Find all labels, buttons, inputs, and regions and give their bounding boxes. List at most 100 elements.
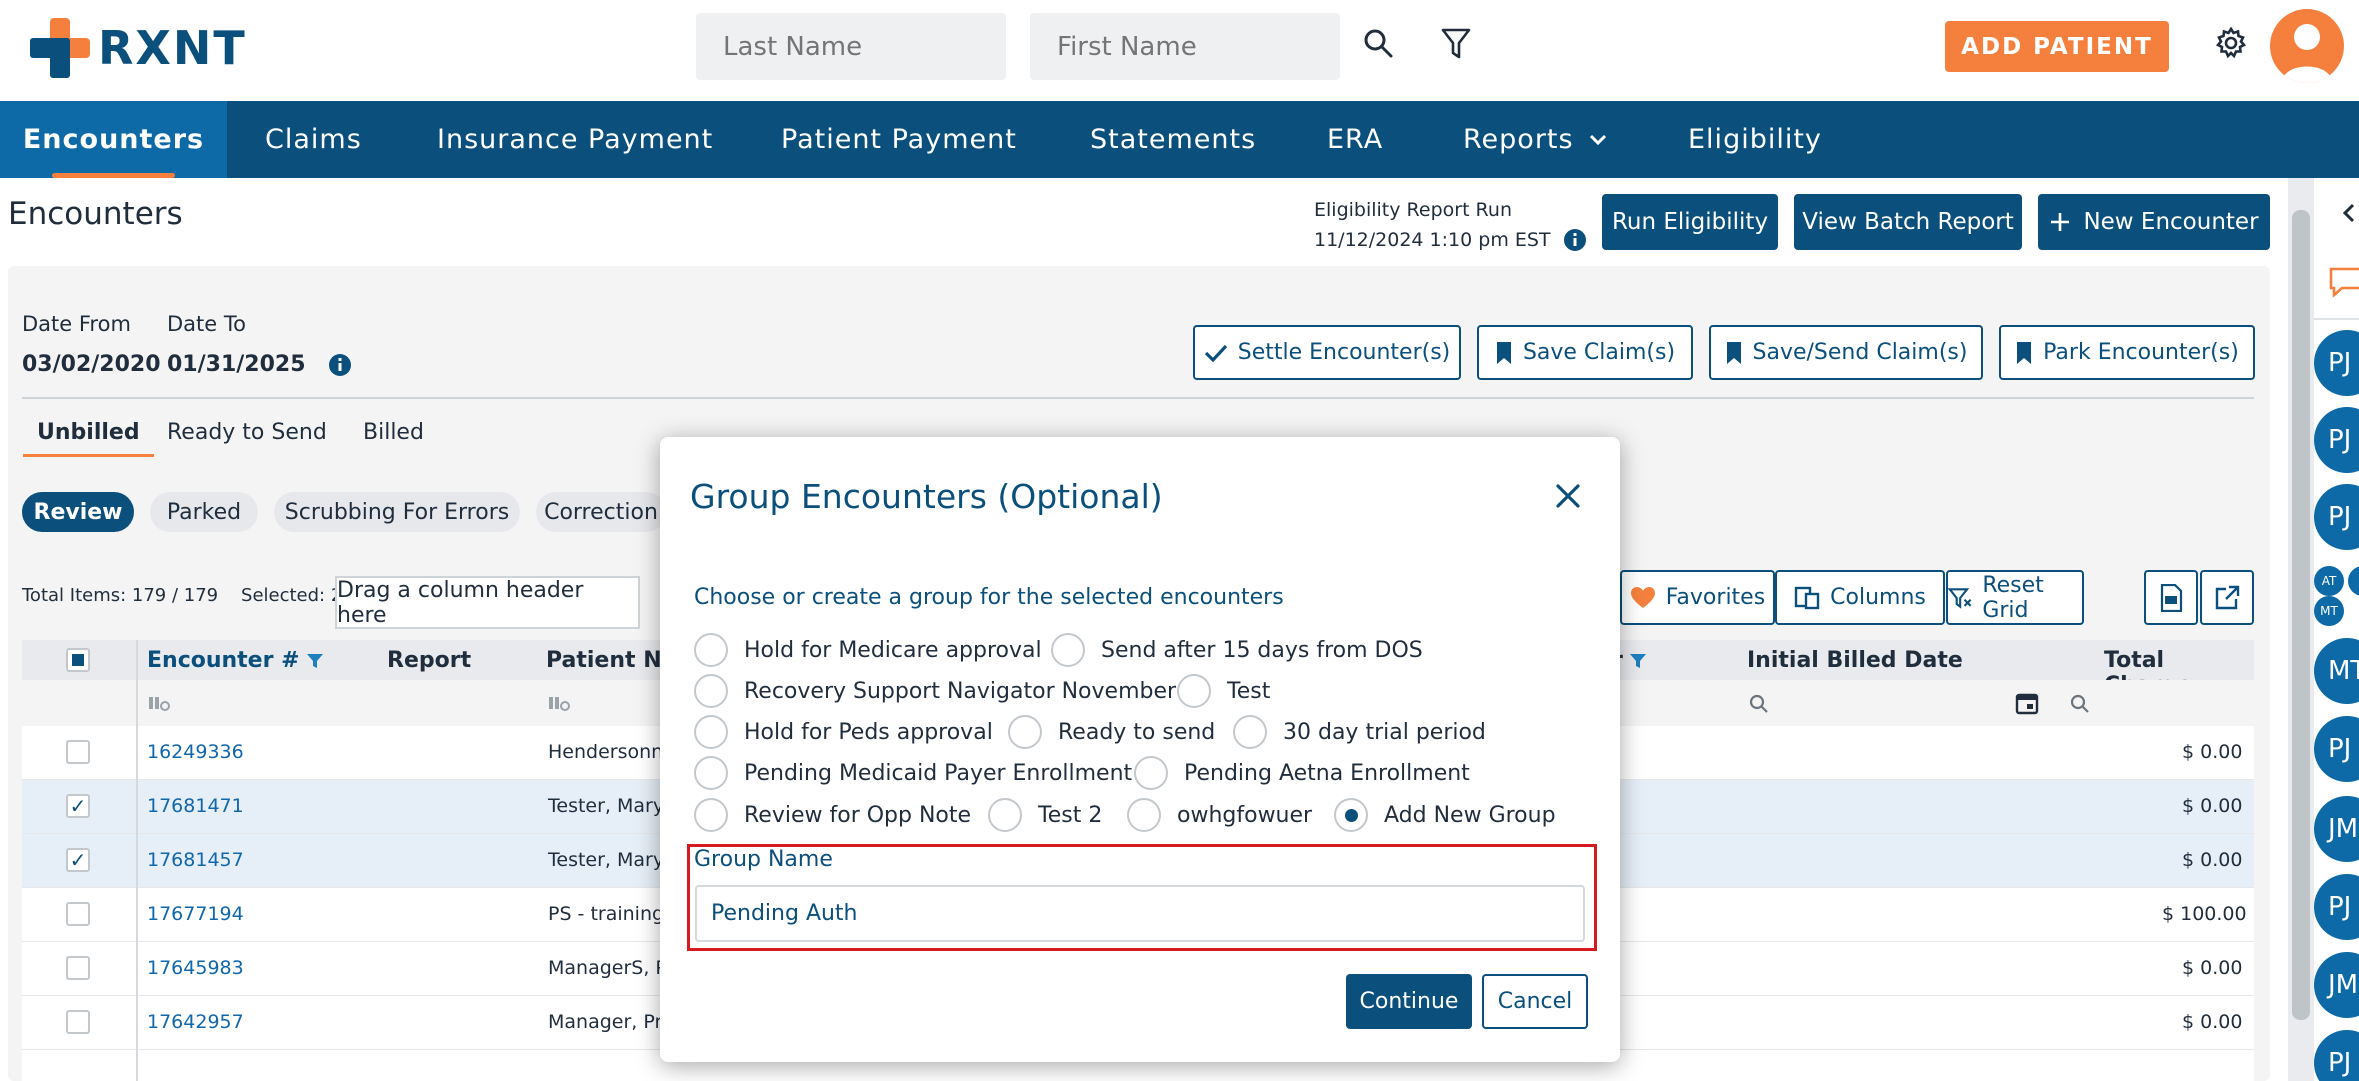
encounter-number[interactable]: 17642957 [147,1011,244,1033]
user-avatar[interactable] [2270,9,2344,83]
encounter-number[interactable]: 17677194 [147,903,244,925]
run-eligibility-button[interactable]: Run Eligibility [1602,194,1778,250]
row-checkbox[interactable] [66,1010,90,1034]
date-from-value[interactable]: 03/02/2020 [22,352,161,377]
pill-correction[interactable]: Correction [536,492,666,532]
row-checkbox[interactable]: ✓ [66,848,90,872]
col-initial-billed-date[interactable]: Initial Billed Date [1747,648,1963,673]
favorites-button[interactable]: Favorites [1620,570,1775,625]
radio-button[interactable] [1177,674,1211,708]
nav-eligibility[interactable]: Eligibility [1688,101,1822,178]
radio-button[interactable] [694,674,728,708]
chevron-left-icon[interactable] [2342,203,2356,223]
column-filter-icon[interactable] [1629,652,1647,670]
col-encounter-number[interactable]: Encounter # [147,648,324,673]
group-option[interactable]: Hold for Peds approval [694,714,993,750]
encounter-number[interactable]: 17681457 [147,849,244,871]
rxnt-logo[interactable]: RXNT [30,18,247,78]
view-batch-report-button[interactable]: View Batch Report [1794,194,2022,250]
nav-encounters[interactable]: Encounters [0,101,227,178]
group-option[interactable]: Review for Opp Note [694,797,971,833]
group-drop-zone[interactable]: Drag a column header here [335,576,640,629]
last-name-input[interactable] [696,13,1006,80]
save-send-claims-button[interactable]: Save/Send Claim(s) [1709,325,1983,380]
group-option[interactable]: Pending Medicaid Payer Enrollment [694,755,1132,791]
date-to-value[interactable]: 01/31/2025 [167,352,306,377]
continue-button[interactable]: Continue [1346,974,1472,1029]
group-option[interactable]: 30 day trial period [1233,714,1486,750]
radio-button[interactable] [1134,756,1168,790]
scrollbar-thumb[interactable] [2292,210,2310,1020]
group-option[interactable]: Ready to send [1008,714,1215,750]
nav-patient-payment[interactable]: Patient Payment [781,101,1017,178]
chat-icon[interactable] [2328,266,2359,298]
columns-button[interactable]: Columns [1775,570,1945,625]
tab-unbilled[interactable]: Unbilled [23,420,154,457]
filter-input-icon[interactable] [148,694,170,712]
encounter-number[interactable]: 16249336 [147,741,244,763]
encounter-number[interactable]: 17645983 [147,957,244,979]
pill-parked[interactable]: Parked [150,492,258,532]
radio-button[interactable] [694,798,728,832]
search-icon[interactable] [2070,694,2090,714]
park-encounters-button[interactable]: Park Encounter(s) [1999,325,2255,380]
nav-insurance-payment[interactable]: Insurance Payment [437,101,713,178]
tab-ready-to-send[interactable]: Ready to Send [167,420,327,445]
reset-grid-button[interactable]: Reset Grid [1946,570,2084,625]
radio-button[interactable] [1008,715,1042,749]
filter-icon[interactable] [1440,27,1472,65]
row-checkbox[interactable] [66,740,90,764]
cancel-button[interactable]: Cancel [1482,974,1588,1029]
radio-button[interactable] [694,633,728,667]
group-option[interactable]: Hold for Medicare approval [694,632,1042,668]
group-option[interactable]: Pending Aetna Enrollment [1134,755,1470,791]
pill-review[interactable]: Review [22,492,134,532]
search-icon[interactable] [1749,694,1769,714]
radio-button-selected[interactable] [1334,798,1368,832]
first-name-input[interactable] [1030,13,1340,80]
radio-button[interactable] [1127,798,1161,832]
nav-era[interactable]: ERA [1327,101,1383,178]
gear-icon[interactable] [2214,26,2248,64]
group-option-add-new[interactable]: Add New Group [1334,797,1556,833]
group-option[interactable]: owhgfowuer [1127,797,1312,833]
nav-reports[interactable]: Reports [1463,101,1608,178]
search-icon[interactable] [1362,27,1394,63]
group-option[interactable]: Test [1177,673,1270,709]
info-icon[interactable] [328,353,352,377]
radio-button[interactable] [694,756,728,790]
radio-button[interactable] [1233,715,1267,749]
settle-encounters-button[interactable]: Settle Encounter(s) [1193,325,1461,380]
export-pdf-button[interactable] [2144,570,2198,625]
nav-statements[interactable]: Statements [1090,101,1256,178]
row-checkbox[interactable]: ✓ [66,794,90,818]
add-patient-button[interactable]: ADD PATIENT [1945,21,2169,72]
rail-mini-avatar[interactable]: MT [2314,596,2344,626]
filter-input-icon[interactable] [548,694,570,712]
radio-button[interactable] [694,715,728,749]
nav-claims[interactable]: Claims [265,101,362,178]
calendar-icon[interactable] [2015,691,2039,715]
encounter-number[interactable]: 17681471 [147,795,244,817]
col-patient-name[interactable]: Patient Na [546,648,676,673]
group-name-input[interactable]: Pending Auth [695,885,1585,942]
close-icon[interactable] [1553,481,1583,511]
info-icon[interactable] [1563,228,1587,252]
select-all-checkbox[interactable] [66,648,90,672]
radio-button[interactable] [988,798,1022,832]
new-encounter-button[interactable]: New Encounter [2038,194,2270,250]
group-option[interactable]: Test 2 [988,797,1102,833]
group-option[interactable]: Send after 15 days from DOS [1051,632,1423,668]
radio-button[interactable] [1051,633,1085,667]
export-button[interactable] [2200,570,2254,625]
col-report[interactable]: Report [387,648,471,673]
column-filter-icon[interactable] [306,652,324,670]
tab-billed[interactable]: Billed [363,420,424,445]
row-checkbox[interactable] [66,956,90,980]
group-option[interactable]: Recovery Support Navigator November [694,673,1176,709]
rail-mini-avatar[interactable]: AT [2314,566,2344,596]
page-title: Encounters [8,196,183,232]
row-checkbox[interactable] [66,902,90,926]
save-claims-button[interactable]: Save Claim(s) [1477,325,1693,380]
pill-scrubbing-for-errors[interactable]: Scrubbing For Errors [274,492,520,532]
